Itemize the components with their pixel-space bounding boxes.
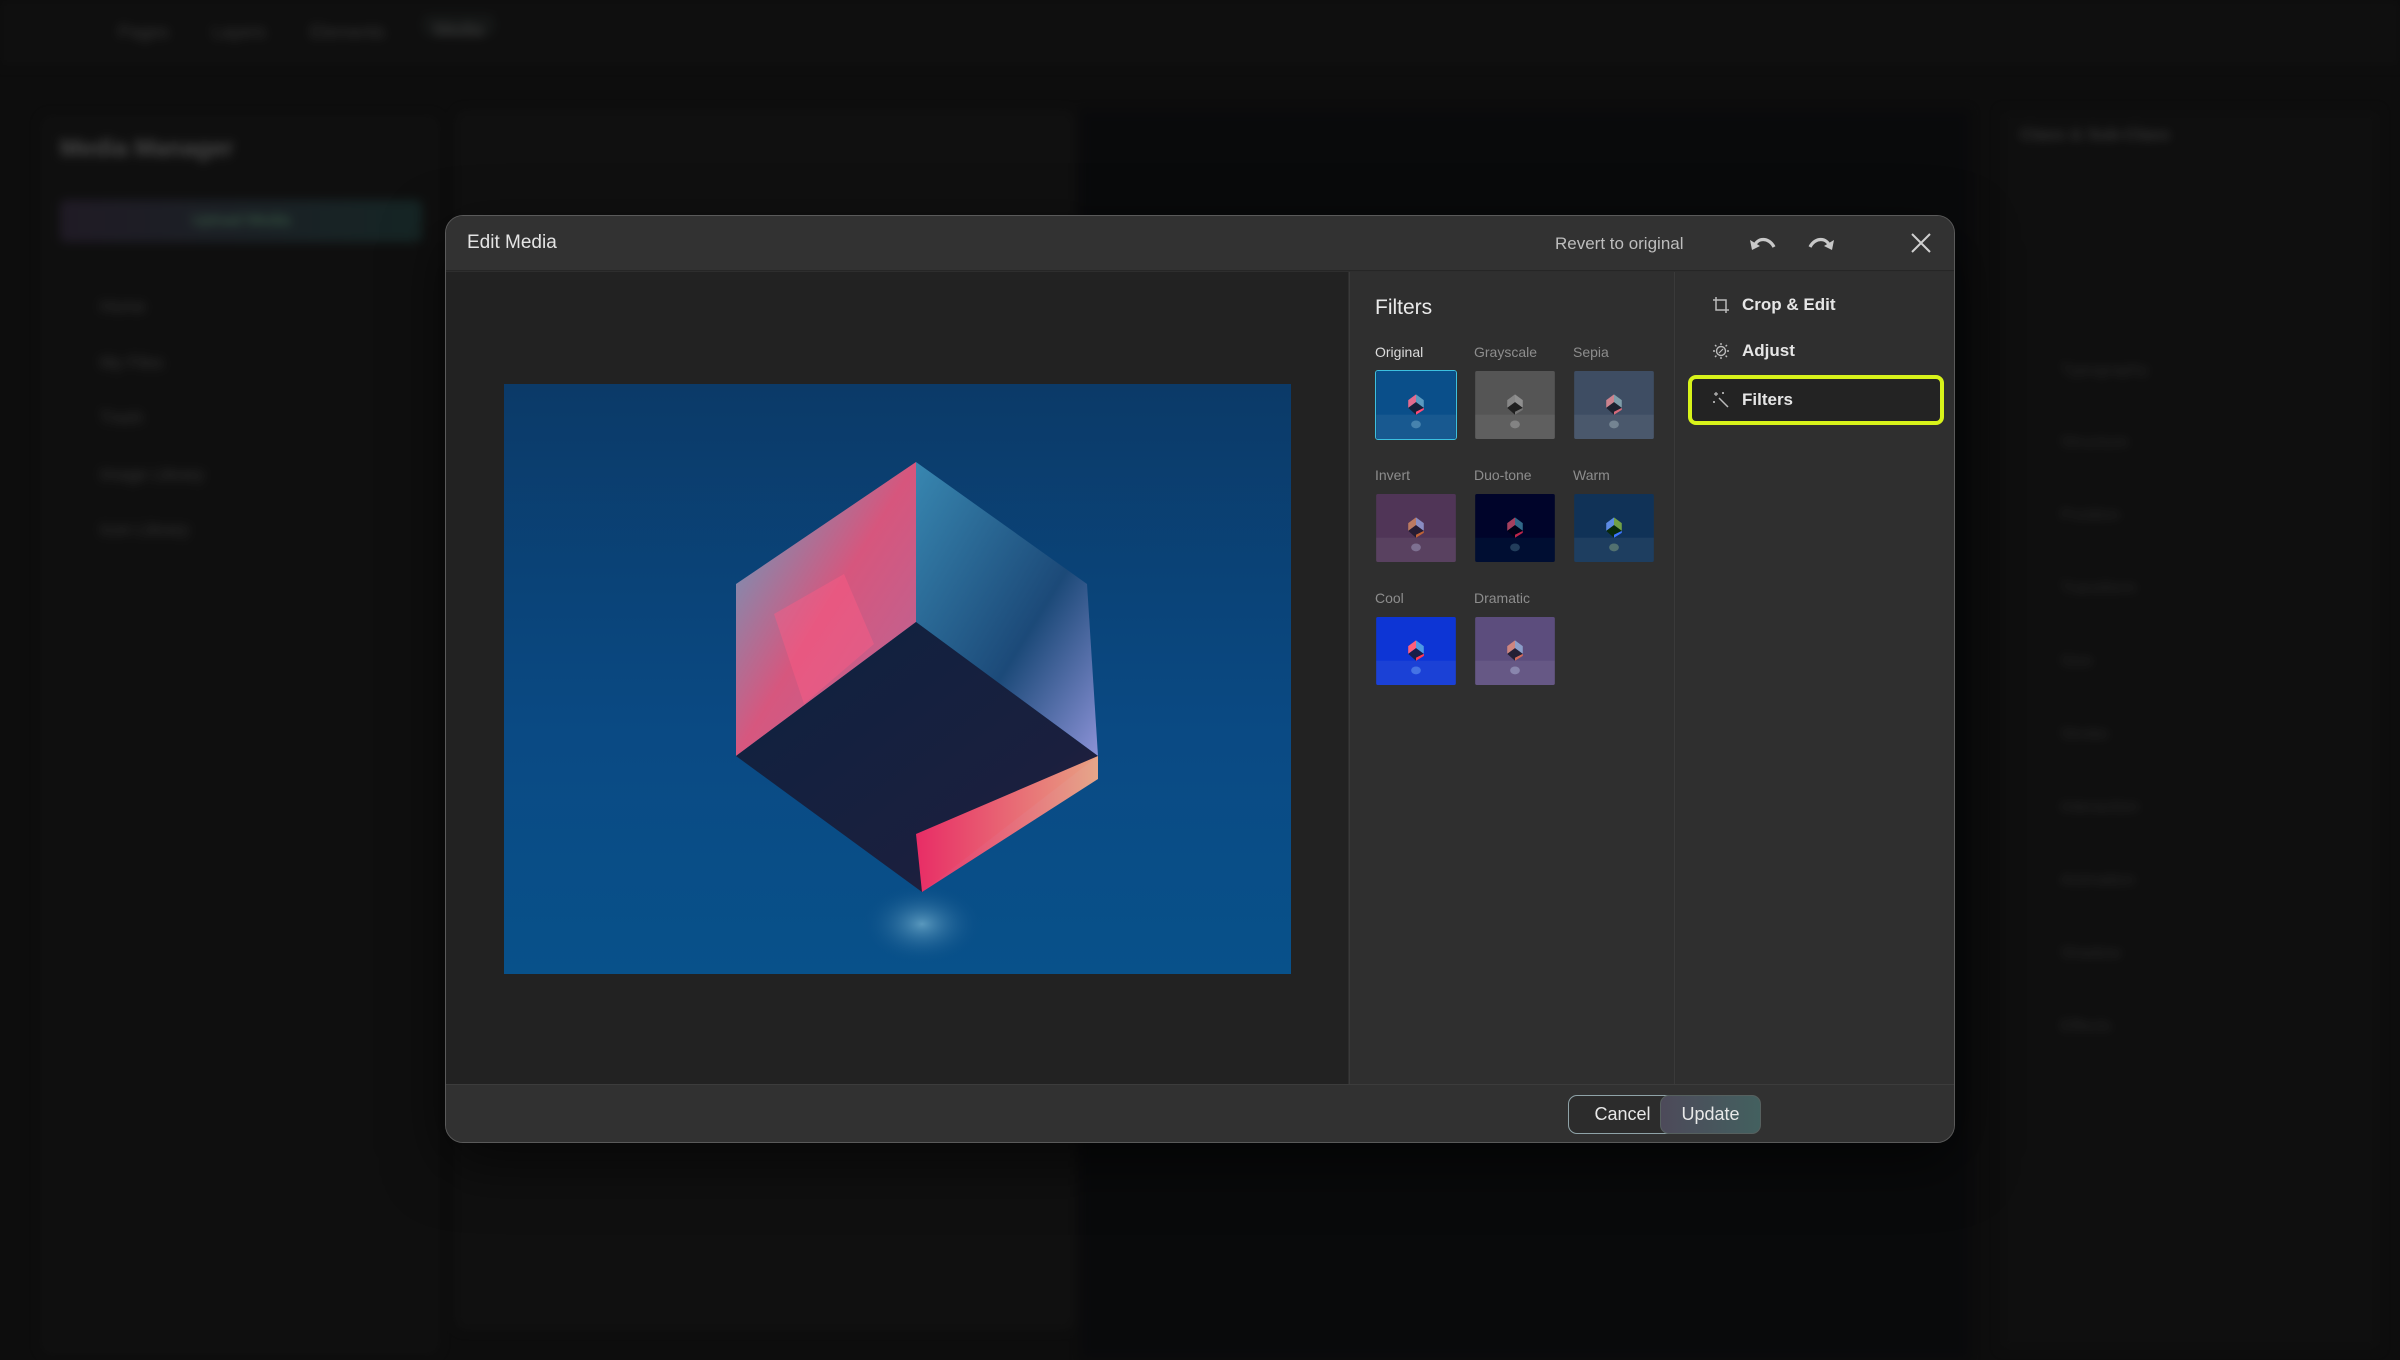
filter-label: Warm [1573,467,1610,483]
filter-thumbnail[interactable] [1375,493,1457,563]
crystal-cube-image [504,384,1291,974]
filter-preview-image [1376,494,1456,562]
filter-thumbnail[interactable] [1573,370,1655,440]
crop-icon [1712,296,1730,314]
filter-preview-image [1475,617,1555,685]
dialog-title: Edit Media [467,232,557,253]
filter-option-grayscale[interactable]: Grayscale [1474,344,1556,440]
filter-label: Sepia [1573,344,1609,360]
filter-preview-image [1574,371,1654,439]
filters-panel: Filters Original Grayscale Sepia Invert Duo-… [1349,272,1675,1084]
undo-button[interactable] [1746,230,1780,256]
edit-tools-nav: Crop & Edit Adjust Filters [1676,272,1954,1084]
revert-to-original-button[interactable]: Revert to original [1555,234,1684,254]
filter-preview-image [1475,371,1555,439]
edit-media-dialog: Edit Media Revert to original Filters Or… [445,215,1955,1143]
filter-preview-image [1574,494,1654,562]
redo-button[interactable] [1804,230,1838,256]
nav-adjust[interactable]: Adjust [1688,326,1944,376]
filter-label: Invert [1375,467,1411,483]
filters-heading: Filters [1375,296,1433,319]
filter-thumbnail[interactable] [1474,616,1556,686]
filter-option-duo-tone[interactable]: Duo-tone [1474,467,1556,563]
nav-adjust-label: Adjust [1742,341,1795,360]
filter-option-original[interactable]: Original [1375,344,1457,440]
filter-label: Grayscale [1474,344,1538,360]
image-preview [504,384,1291,974]
close-icon [1911,233,1931,253]
adjust-icon [1712,342,1730,360]
filter-label: Dramatic [1474,590,1531,606]
redo-icon [1808,237,1834,250]
filter-option-warm[interactable]: Warm [1573,467,1655,563]
filter-option-invert[interactable]: Invert [1375,467,1457,563]
close-button[interactable] [1906,228,1936,258]
filter-label: Original [1375,344,1424,360]
filter-thumbnail[interactable] [1375,370,1457,440]
filter-label: Cool [1375,590,1404,606]
filter-preview-image [1376,617,1456,685]
filter-thumbnail[interactable] [1375,616,1457,686]
magic-wand-icon [1712,391,1730,409]
filter-thumbnail[interactable] [1573,493,1655,563]
filter-preview-image [1376,371,1456,439]
image-preview-area [446,272,1348,1084]
filter-thumbnail[interactable] [1474,493,1556,563]
update-button[interactable]: Update [1660,1095,1761,1134]
dialog-footer: Cancel Update [446,1084,1954,1142]
undo-icon [1750,237,1776,250]
nav-crop-edit-label: Crop & Edit [1742,295,1836,314]
filter-thumbnail[interactable] [1474,370,1556,440]
nav-filters[interactable]: Filters [1688,375,1944,425]
filter-option-cool[interactable]: Cool [1375,590,1457,686]
nav-crop-edit[interactable]: Crop & Edit [1688,280,1944,330]
filter-label: Duo-tone [1474,467,1532,483]
dialog-header: Edit Media Revert to original [446,216,1954,271]
nav-filters-label: Filters [1742,390,1794,409]
filter-option-dramatic[interactable]: Dramatic [1474,590,1556,686]
filter-preview-image [1475,494,1555,562]
filter-option-sepia[interactable]: Sepia [1573,344,1655,440]
